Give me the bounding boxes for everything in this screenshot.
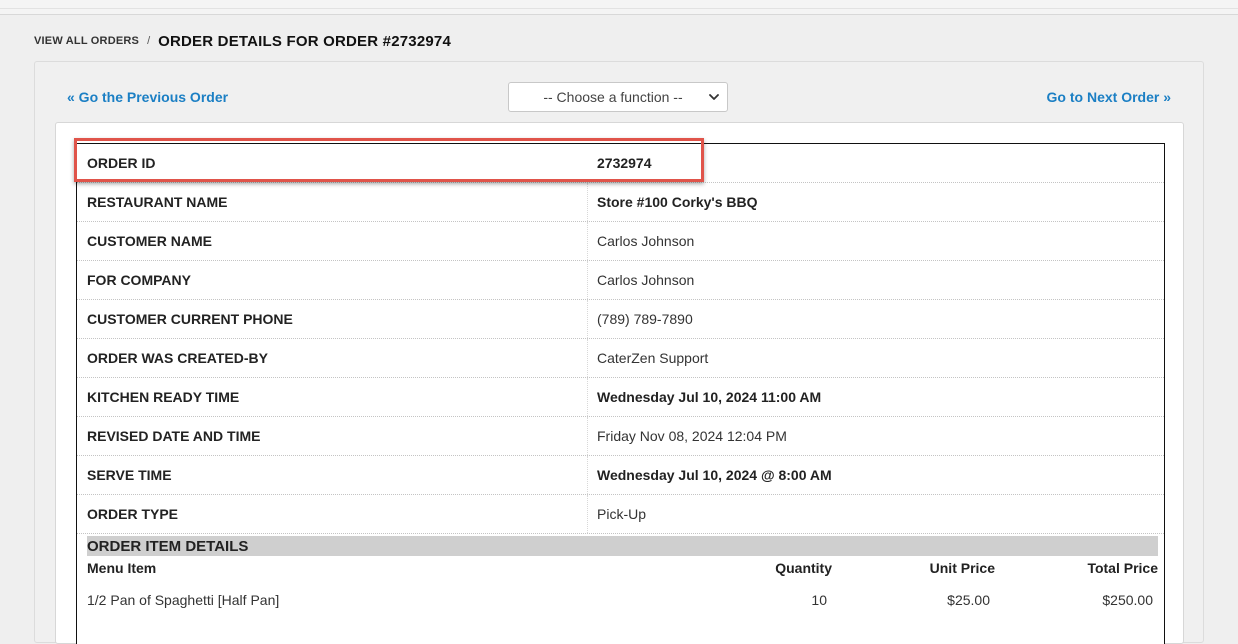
breadcrumb-separator: / xyxy=(147,35,151,47)
top-strip xyxy=(0,0,1238,15)
detail-value: Friday Nov 08, 2024 12:04 PM xyxy=(597,428,787,444)
column-divider xyxy=(587,183,588,221)
detail-row-kitchen-ready-time: KITCHEN READY TIME Wednesday Jul 10, 202… xyxy=(77,378,1164,417)
detail-label: CUSTOMER NAME xyxy=(87,233,212,249)
detail-label: ORDER TYPE xyxy=(87,506,179,522)
detail-value: Wednesday Jul 10, 2024 @ 8:00 AM xyxy=(597,467,832,483)
detail-row-created-by: ORDER WAS CREATED-BY CaterZen Support xyxy=(77,339,1164,378)
column-divider xyxy=(587,495,588,533)
detail-row-customer-phone: CUSTOMER CURRENT PHONE (789) 789-7890 xyxy=(77,300,1164,339)
detail-row-order-id: ORDER ID 2732974 xyxy=(77,144,1164,183)
detail-label: KITCHEN READY TIME xyxy=(87,389,240,405)
detail-label: REVISED DATE AND TIME xyxy=(87,428,261,444)
detail-value: (789) 789-7890 xyxy=(597,311,693,327)
previous-order-link[interactable]: « Go the Previous Order xyxy=(67,89,228,105)
next-order-link[interactable]: Go to Next Order » xyxy=(1047,89,1171,105)
detail-row-order-type: ORDER TYPE Pick-Up xyxy=(77,495,1164,534)
column-header-menu-item: Menu Item xyxy=(87,560,157,576)
detail-value: Carlos Johnson xyxy=(597,233,695,249)
order-item-details-header: ORDER ITEM DETAILS xyxy=(87,536,1158,556)
column-header-quantity: Quantity xyxy=(775,560,832,576)
column-header-unit-price: Unit Price xyxy=(929,560,995,576)
section-title: ORDER ITEM DETAILS xyxy=(87,537,249,555)
detail-label: ORDER WAS CREATED-BY xyxy=(87,350,268,366)
column-divider xyxy=(587,261,588,299)
detail-value: Store #100 Corky's BBQ xyxy=(597,194,758,210)
breadcrumb: VIEW ALL ORDERS / ORDER DETAILS FOR ORDE… xyxy=(34,32,451,50)
detail-row-customer-name: CUSTOMER NAME Carlos Johnson xyxy=(77,222,1164,261)
detail-value: CaterZen Support xyxy=(597,350,709,366)
column-divider xyxy=(587,456,588,494)
detail-value: 2732974 xyxy=(597,155,652,171)
function-select[interactable]: -- Choose a function -- xyxy=(508,82,728,112)
detail-label: SERVE TIME xyxy=(87,467,172,483)
detail-value: Wednesday Jul 10, 2024 11:00 AM xyxy=(597,389,822,405)
item-quantity: 10 xyxy=(811,592,827,608)
function-select-value: -- Choose a function -- xyxy=(543,89,683,105)
table-row: 1/2 Pan of Spaghetti [Half Pan] 10 $25.0… xyxy=(87,592,1158,614)
item-menu-name: 1/2 Pan of Spaghetti [Half Pan] xyxy=(87,592,280,608)
order-panel: « Go the Previous Order -- Choose a func… xyxy=(34,61,1204,644)
item-unit-price: $25.00 xyxy=(947,592,990,608)
column-divider xyxy=(587,222,588,260)
column-divider xyxy=(587,339,588,377)
detail-row-restaurant-name: RESTAURANT NAME Store #100 Corky's BBQ xyxy=(77,183,1164,222)
detail-row-serve-time: SERVE TIME Wednesday Jul 10, 2024 @ 8:00… xyxy=(77,456,1164,495)
page-title: ORDER DETAILS FOR ORDER #2732974 xyxy=(158,32,451,50)
items-table-header: Menu Item Quantity Unit Price Total Pric… xyxy=(87,560,1158,582)
chevron-down-icon xyxy=(709,94,719,100)
column-divider xyxy=(587,417,588,455)
detail-row-revised-date: REVISED DATE AND TIME Friday Nov 08, 202… xyxy=(77,417,1164,456)
detail-value: Pick-Up xyxy=(597,506,647,522)
order-details-table: ORDER ID 2732974 RESTAURANT NAME Store #… xyxy=(76,143,1165,644)
detail-label: ORDER ID xyxy=(87,155,156,171)
item-total-price: $250.00 xyxy=(1102,592,1153,608)
detail-row-for-company: FOR COMPANY Carlos Johnson xyxy=(77,261,1164,300)
detail-label: FOR COMPANY xyxy=(87,272,191,288)
order-details-card: ORDER ID 2732974 RESTAURANT NAME Store #… xyxy=(55,122,1184,644)
view-all-orders-link[interactable]: VIEW ALL ORDERS xyxy=(34,35,139,47)
detail-label: RESTAURANT NAME xyxy=(87,194,228,210)
column-header-total-price: Total Price xyxy=(1087,560,1158,576)
detail-value: Carlos Johnson xyxy=(597,272,695,288)
column-divider xyxy=(587,378,588,416)
column-divider xyxy=(587,300,588,338)
detail-label: CUSTOMER CURRENT PHONE xyxy=(87,311,293,327)
